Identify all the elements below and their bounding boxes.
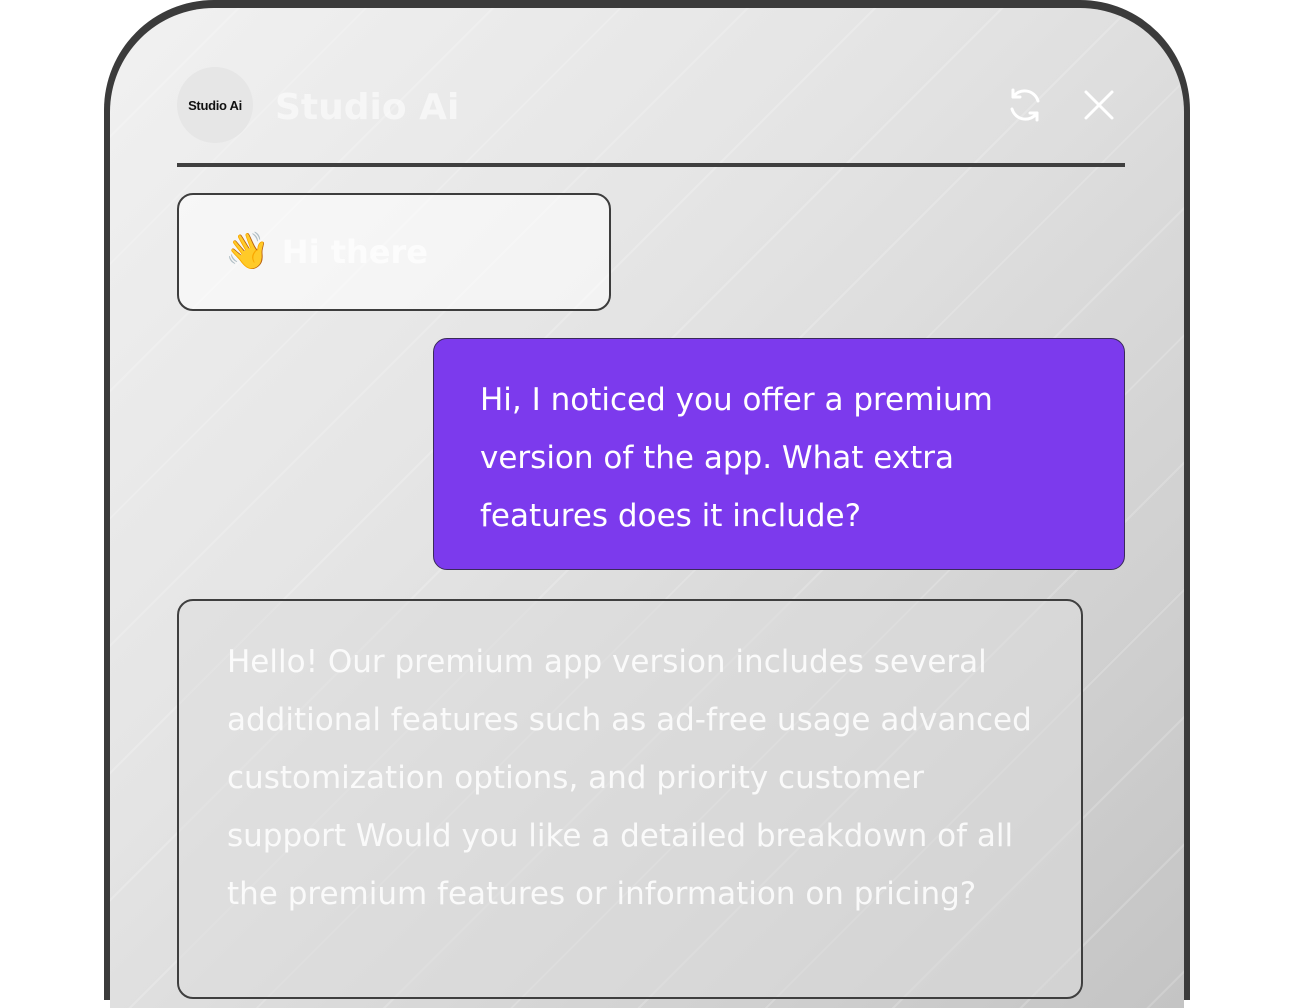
close-icon	[1084, 90, 1114, 120]
user-message-text: Hi, I noticed you offer a premium versio…	[480, 382, 993, 534]
greeting-message: 👋 Hi there	[177, 193, 611, 311]
close-button[interactable]	[1079, 85, 1119, 125]
chat-title: Studio Ai	[275, 87, 460, 128]
avatar: Studio Ai	[177, 67, 253, 143]
waving-hand-icon: 👋	[225, 231, 270, 272]
refresh-icon	[1010, 88, 1040, 122]
user-message: Hi, I noticed you offer a premium versio…	[433, 338, 1125, 570]
chat-window: Studio Ai Studio Ai 👋 Hi there Hi, I not…	[110, 8, 1184, 1008]
bot-message: Hello! Our premium app version includes …	[177, 599, 1083, 999]
header-divider	[177, 163, 1125, 167]
greeting-text: Hi there	[281, 233, 428, 271]
refresh-button[interactable]	[1005, 85, 1045, 125]
chat-header: Studio Ai Studio Ai	[177, 67, 1125, 147]
bot-message-text: Hello! Our premium app version includes …	[227, 644, 1032, 912]
